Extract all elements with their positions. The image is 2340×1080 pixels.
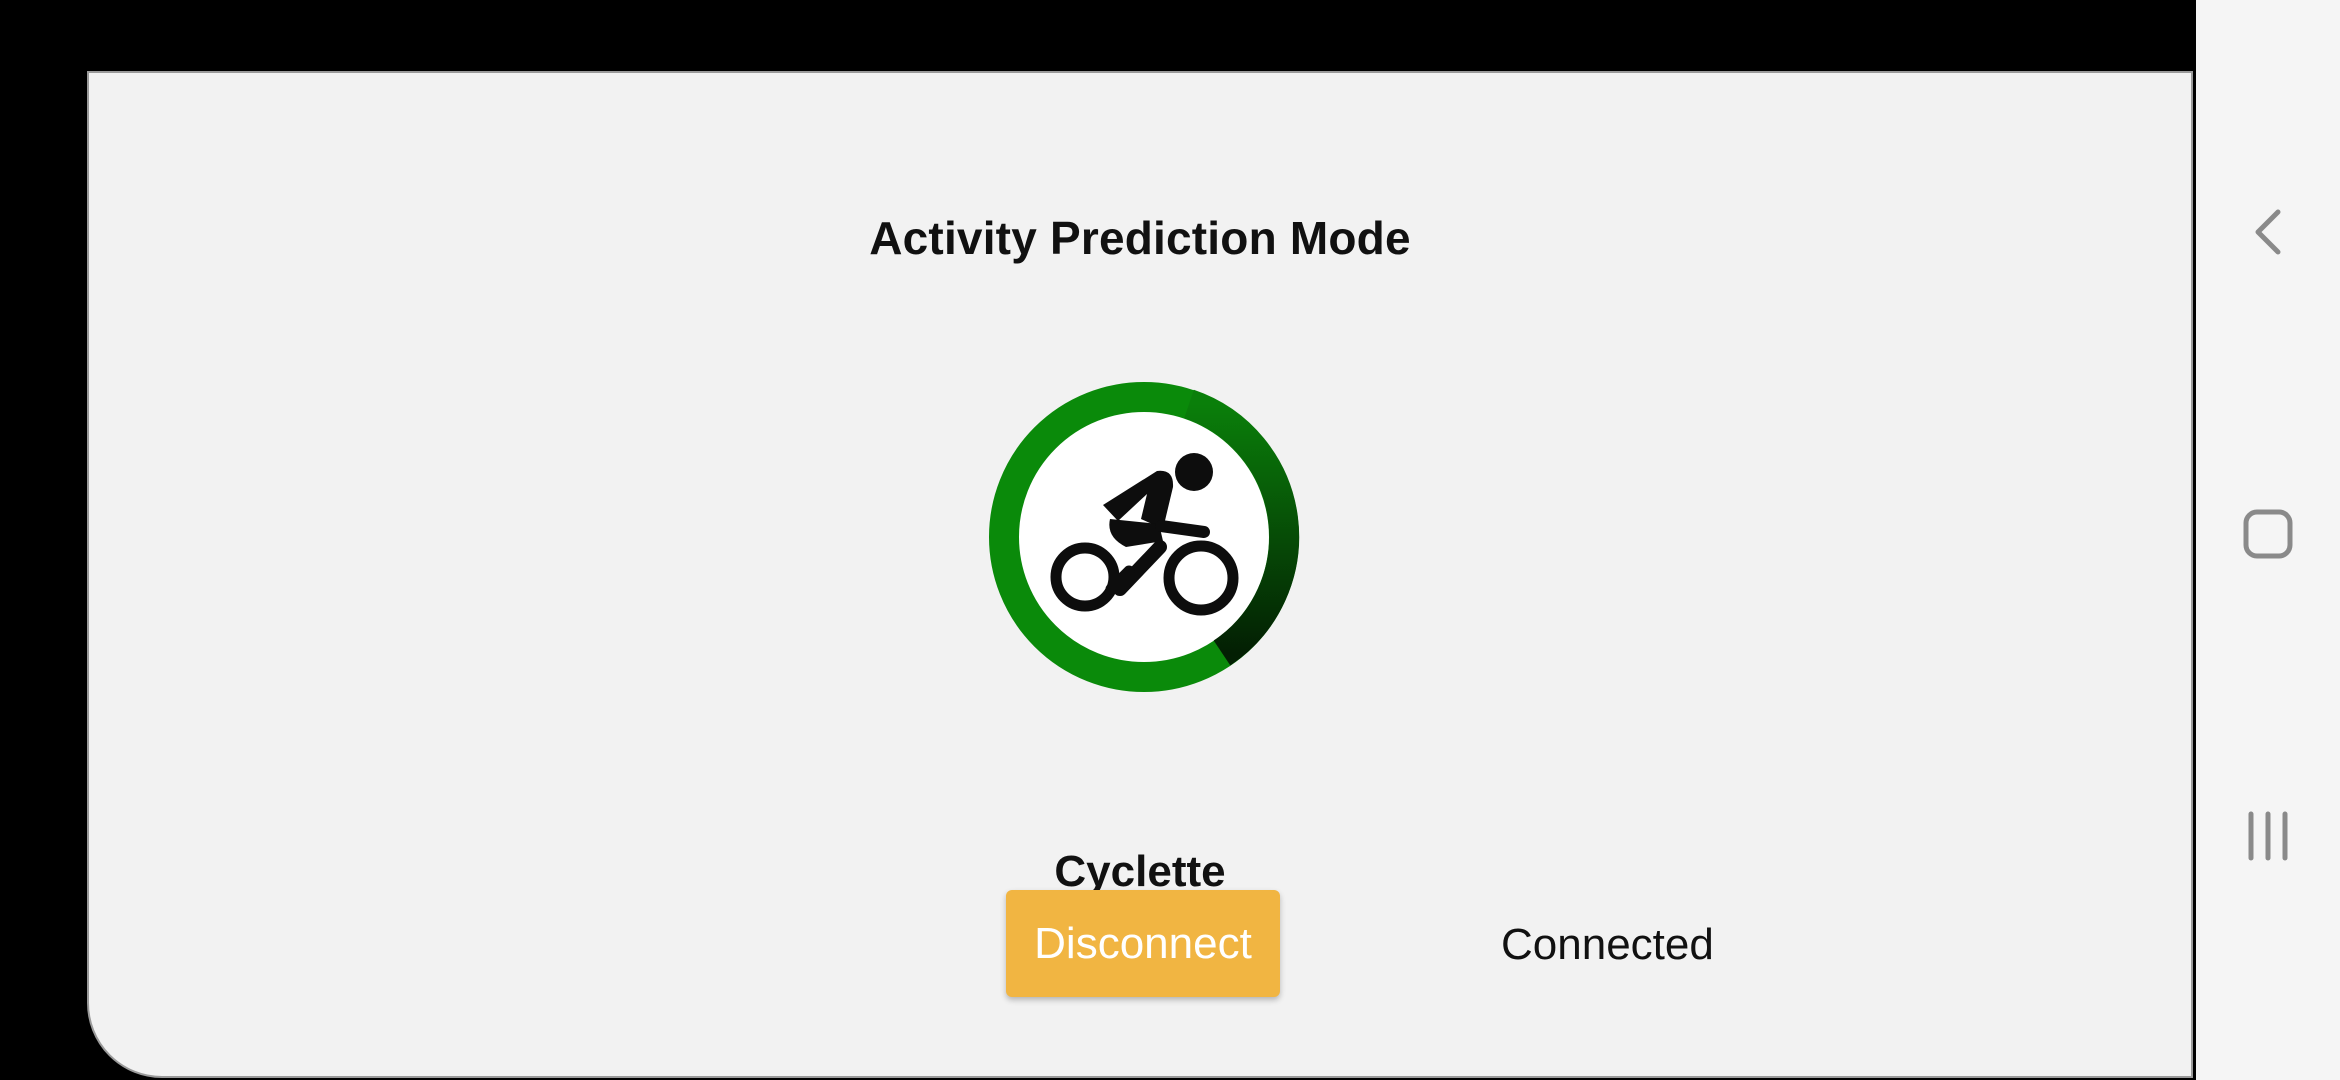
connection-status-text: Connected (1501, 920, 1714, 969)
disconnect-button[interactable]: Disconnect (1006, 890, 1280, 997)
app-card: Activity Prediction Mode Cyclette Discon… (87, 71, 2193, 1078)
recents-icon (2248, 811, 2288, 861)
home-icon (2243, 509, 2293, 559)
screen: Activity Prediction Mode Cyclette Discon… (0, 0, 2340, 1080)
system-nav-bar (2196, 0, 2340, 1080)
activity-ring (989, 382, 1300, 692)
page-title: Activity Prediction Mode (869, 212, 1411, 264)
home-button[interactable] (2228, 494, 2308, 574)
recents-button[interactable] (2228, 796, 2308, 876)
back-button[interactable] (2228, 192, 2308, 272)
back-icon (2255, 209, 2281, 255)
